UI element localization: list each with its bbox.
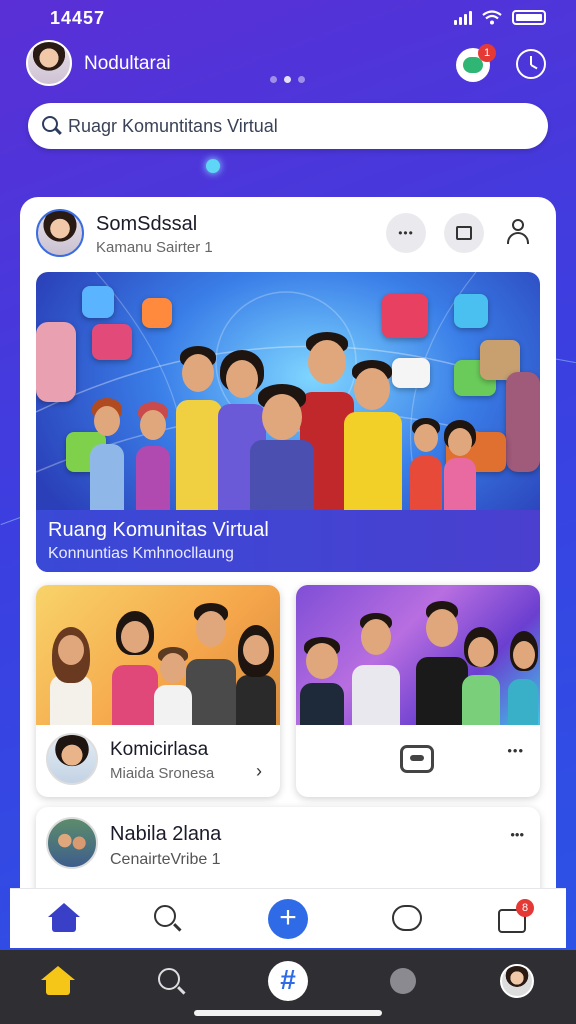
home-indicator[interactable] xyxy=(194,1010,382,1016)
floating-app-icon xyxy=(382,294,428,338)
hero-title: Ruang Komunitas Virtual xyxy=(48,519,269,541)
add-button[interactable]: + xyxy=(268,899,308,939)
battery-icon xyxy=(512,10,546,25)
person-figure xyxy=(82,380,132,510)
more-icon[interactable]: ••• xyxy=(507,743,524,758)
profile-name[interactable]: Nodultarai xyxy=(84,53,171,75)
floating-app-icon xyxy=(506,372,540,472)
status-bar: 14457 xyxy=(0,0,576,36)
card-photo xyxy=(296,585,540,725)
chat-button[interactable]: 1 xyxy=(456,44,496,82)
community-card[interactable]: Komicirlasa Miaida Sronesa › xyxy=(36,585,280,797)
chat-badge: 1 xyxy=(478,44,496,62)
card-subtitle: Miaida Sronesa xyxy=(110,765,215,782)
share-icon xyxy=(456,226,472,240)
top-header: Nodultarai 1 xyxy=(26,40,546,90)
explore-icon[interactable] xyxy=(386,964,422,1000)
page-dot-active xyxy=(284,76,291,83)
person-figure xyxy=(348,609,404,725)
post-author[interactable]: Nabila 2lana xyxy=(110,823,221,846)
clock-icon[interactable] xyxy=(516,49,546,79)
user-icon[interactable] xyxy=(506,219,530,245)
floating-app-icon xyxy=(82,286,114,318)
search-input[interactable] xyxy=(68,103,528,149)
more-icon: ••• xyxy=(398,226,414,240)
person-figure xyxy=(506,629,540,725)
message-icon[interactable] xyxy=(400,745,434,773)
person-figure xyxy=(46,625,96,725)
status-time: 14457 xyxy=(50,8,106,28)
wifi-icon xyxy=(482,10,502,25)
search-icon[interactable] xyxy=(150,901,186,937)
chevron-right-icon[interactable]: › xyxy=(256,761,262,782)
add-icon[interactable]: # xyxy=(268,961,308,1001)
search-bar[interactable] xyxy=(28,103,548,149)
share-button[interactable] xyxy=(444,213,484,253)
floating-app-icon xyxy=(92,324,132,360)
home-icon[interactable] xyxy=(46,901,82,937)
page-dot xyxy=(298,76,305,83)
post-subtitle: CenairteVribe 1 xyxy=(110,851,221,868)
post-avatar[interactable] xyxy=(36,209,84,257)
notification-badge: 8 xyxy=(516,899,534,917)
notification-icon[interactable]: 8 xyxy=(496,899,534,937)
person-figure xyxy=(150,645,196,725)
profile-avatar[interactable] xyxy=(500,964,534,998)
floating-app-icon xyxy=(142,298,172,328)
app-tab-bar: + 8 xyxy=(10,888,566,948)
person-figure xyxy=(232,623,280,725)
person-figure xyxy=(336,350,412,510)
search-icon[interactable] xyxy=(154,964,190,1000)
more-icon[interactable]: ••• xyxy=(510,827,524,842)
hero-image[interactable]: Ruang Komunitas Virtual Konnuntias Kmhno… xyxy=(36,272,540,572)
hero-caption: Ruang Komunitas Virtual Konnuntias Kmhno… xyxy=(36,510,540,572)
community-card[interactable]: ••• xyxy=(296,585,540,797)
floating-app-icon xyxy=(36,322,76,402)
home-icon[interactable] xyxy=(40,964,76,1000)
status-icons xyxy=(454,10,546,25)
post-author[interactable]: SomSdssal xyxy=(96,213,197,236)
page-dot xyxy=(270,76,277,83)
person-figure xyxy=(438,414,482,510)
post-avatar[interactable] xyxy=(46,817,98,869)
card-avatar[interactable] xyxy=(46,733,98,785)
person-figure xyxy=(458,625,504,725)
search-icon xyxy=(42,116,58,132)
person-figure xyxy=(242,380,322,510)
card-row: Komicirlasa Miaida Sronesa › ••• xyxy=(36,585,540,797)
profile-avatar[interactable] xyxy=(26,40,72,86)
post-subtitle: Kamanu Sairter 1 xyxy=(96,239,213,256)
signal-icon xyxy=(454,10,472,25)
glow-dot xyxy=(206,159,220,173)
card-photo xyxy=(36,585,280,725)
more-button[interactable]: ••• xyxy=(386,213,426,253)
card-title[interactable]: Komicirlasa xyxy=(110,739,208,761)
hero-subtitle: Konnuntias Kmhnocllaung xyxy=(48,545,234,562)
page-indicator xyxy=(270,76,305,83)
chat-icon[interactable] xyxy=(390,901,426,937)
post-header: SomSdssal Kamanu Sairter 1 ••• xyxy=(36,209,540,261)
feed-card: SomSdssal Kamanu Sairter 1 ••• Ruang Kom… xyxy=(20,197,556,937)
floating-app-icon xyxy=(454,294,488,328)
person-figure xyxy=(296,633,348,725)
